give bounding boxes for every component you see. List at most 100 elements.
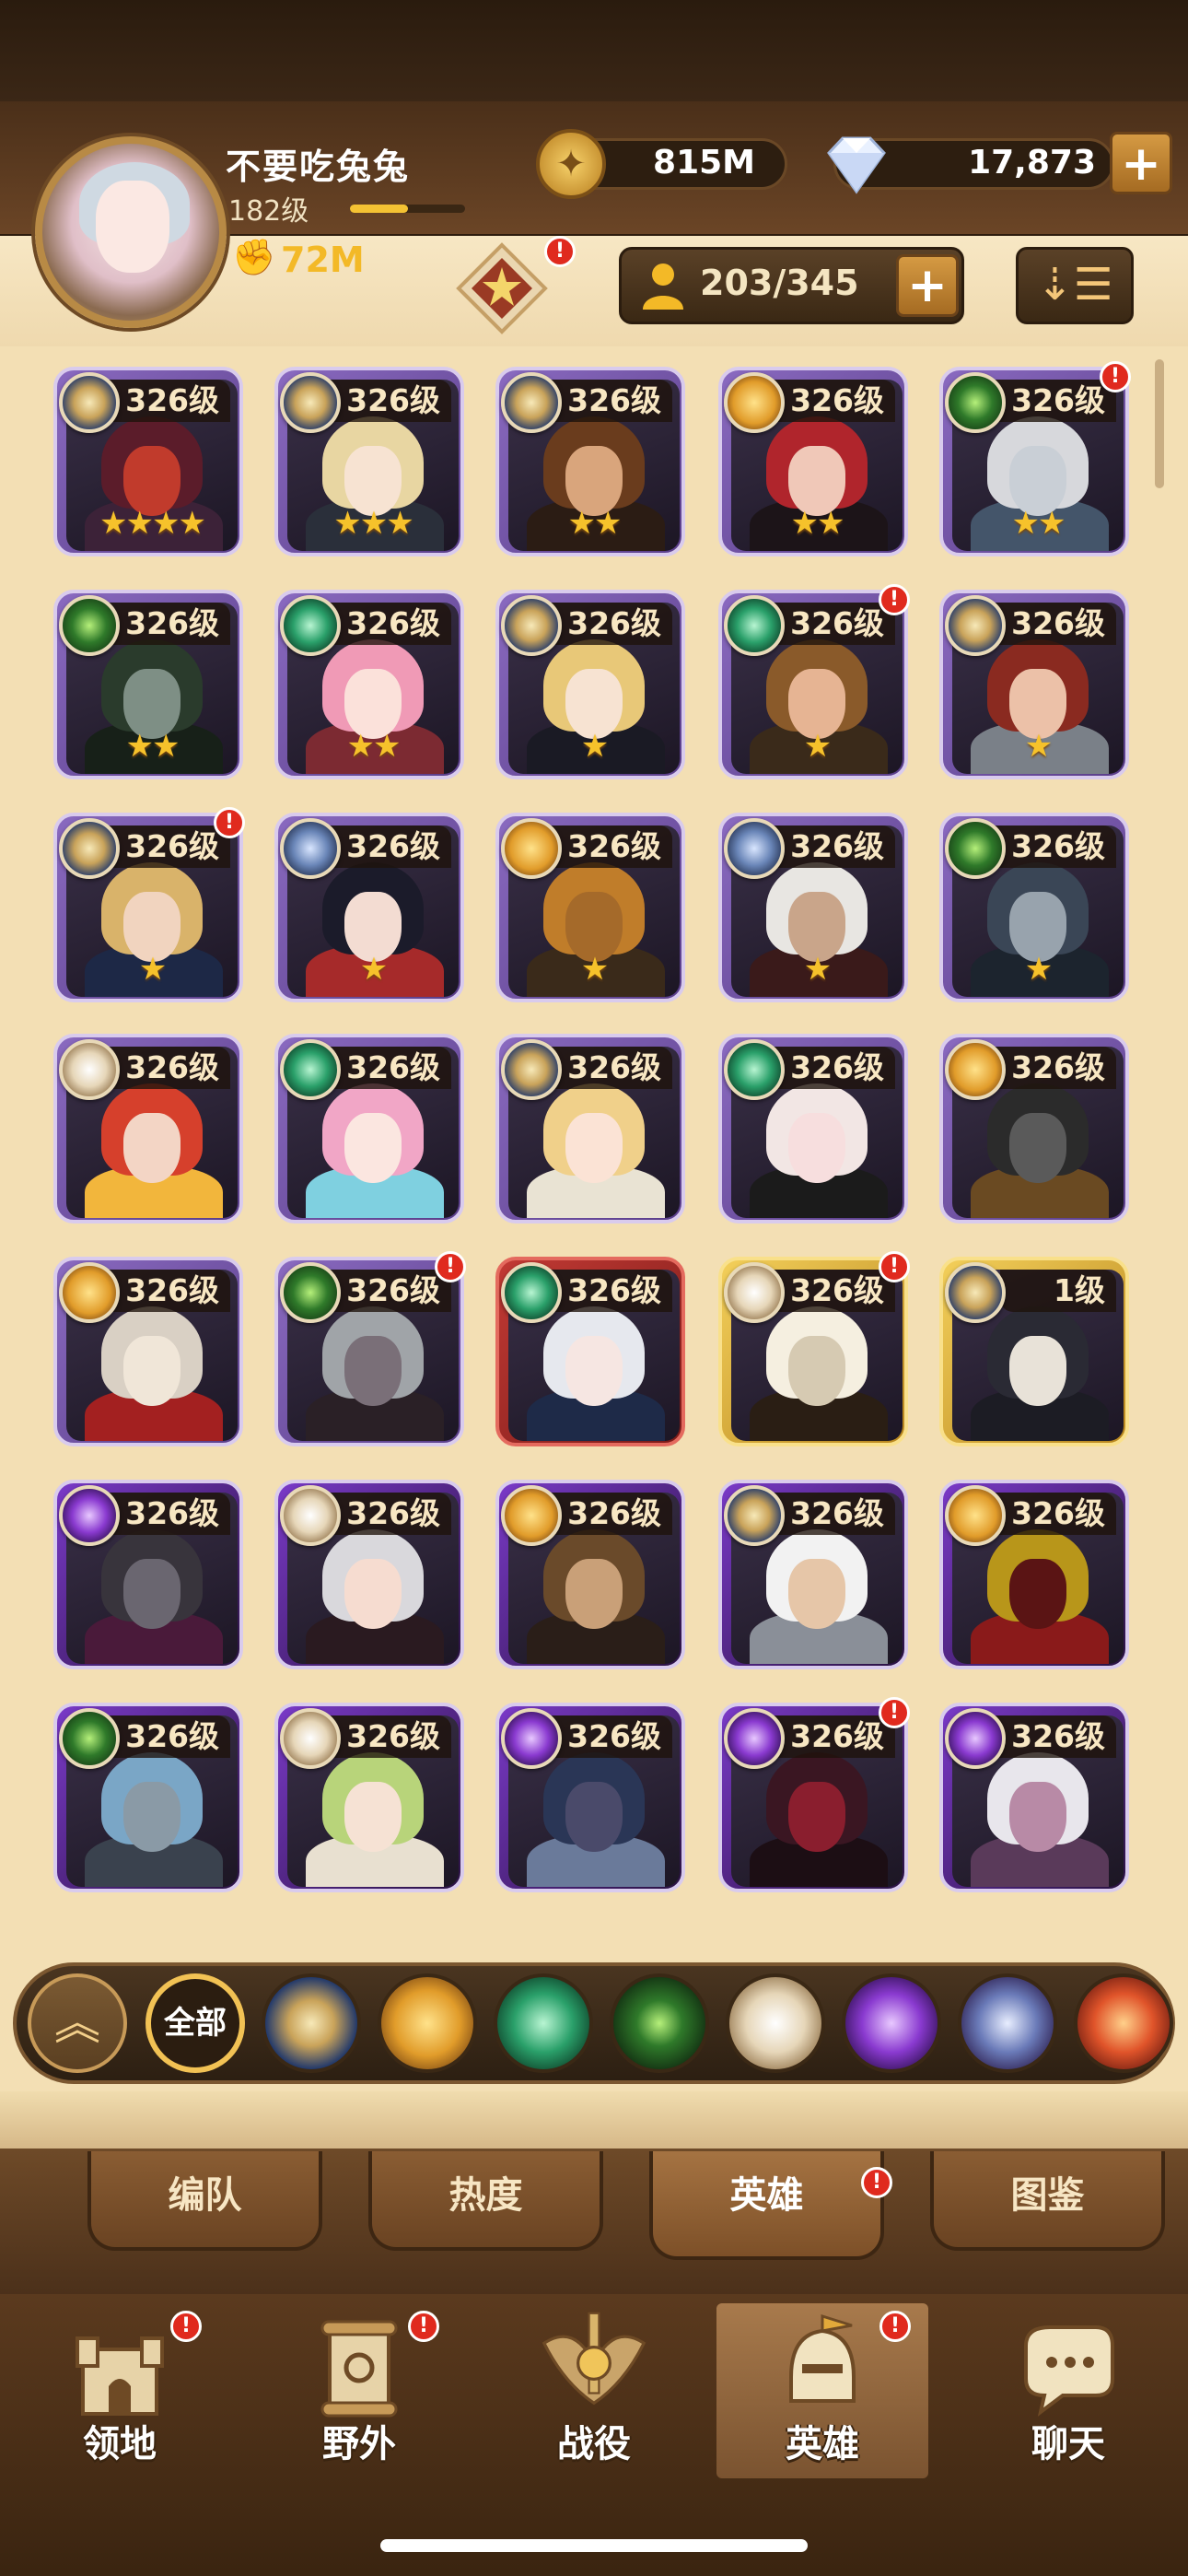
hero-card[interactable]: 326级 (495, 1703, 685, 1892)
hero-card[interactable]: 326级 ★★ (718, 367, 908, 556)
hero-alert-badge: ! (879, 584, 910, 615)
subtab-formation[interactable]: 编队 (87, 2151, 322, 2251)
subtab-popularity[interactable]: 热度 (368, 2151, 603, 2251)
filter-dragon-button[interactable] (1074, 1973, 1173, 2073)
hero-card[interactable]: 326级 (53, 1703, 243, 1892)
hero-stars: ★ (1024, 951, 1053, 988)
faction-mauler-icon (724, 595, 785, 656)
subtab-heroes[interactable]: 英雄 (649, 2151, 884, 2260)
filter-all-button[interactable]: 全部 (146, 1973, 245, 2073)
hero-card[interactable]: 326级 (718, 1034, 908, 1224)
hero-card[interactable]: 326级 (53, 1480, 243, 1669)
faction-celestial-icon (945, 595, 1006, 656)
scrollbar[interactable] (1155, 359, 1164, 488)
hero-card[interactable]: 326级 (718, 1480, 908, 1669)
hero-face (788, 1113, 845, 1183)
hero-stars: ★★ (567, 505, 623, 542)
hero-card[interactable]: 326级 ★! (718, 584, 910, 779)
hero-card[interactable]: 326级! (718, 1251, 910, 1446)
faction-hypogean-icon (280, 1485, 341, 1546)
hero-card[interactable]: 326级 (274, 1480, 464, 1669)
filter-graveborn-button[interactable] (610, 1973, 709, 2073)
add-gems-button[interactable]: + (1110, 132, 1172, 194)
hero-card[interactable]: 326级 ★★★ (274, 367, 464, 556)
hero-card[interactable]: 326级 (53, 1034, 243, 1224)
faction-emblem-icon[interactable] (451, 238, 553, 339)
hero-card[interactable]: 1级 (939, 1257, 1129, 1446)
xp-bar (350, 205, 465, 213)
filter-hypogean-button[interactable] (726, 1973, 825, 2073)
faction-celestial-icon (59, 818, 120, 879)
faction-hypogean-icon (724, 1262, 785, 1323)
collapse-filters-button[interactable]: ︽ (28, 1973, 127, 2073)
hero-card[interactable]: 326级 ★★★★ (53, 367, 243, 556)
hero-stars: ★★ (790, 505, 845, 542)
nav-chat[interactable]: 聊天 (962, 2303, 1174, 2478)
hero-card[interactable]: 326级 (939, 1480, 1129, 1669)
nav-campaign-label: 战役 (557, 2423, 631, 2465)
faction-dimensional-icon (59, 1485, 120, 1546)
hero-card[interactable]: 326级 (53, 1257, 243, 1446)
hero-card[interactable]: 326级 ★ (939, 813, 1129, 1002)
faction-dimensional-icon (724, 1708, 785, 1769)
hero-face (344, 1113, 402, 1183)
hero-card[interactable]: 326级 ★★ (495, 367, 685, 556)
gold-value: 815M (653, 144, 755, 181)
hero-card[interactable]: 326级 (495, 1480, 685, 1669)
hero-face (123, 1113, 181, 1183)
fist-icon: ✊ (232, 237, 276, 277)
hero-face (344, 1782, 402, 1852)
hero-card[interactable]: 326级 (939, 1703, 1129, 1892)
sort-button[interactable]: ⇣☰ (1016, 247, 1134, 324)
hero-face (565, 1782, 623, 1852)
hero-card[interactable]: 326级 ★ (495, 590, 685, 779)
subtab-codex[interactable]: 图鉴 (930, 2151, 1165, 2251)
hero-card[interactable]: 326级 (274, 1034, 464, 1224)
player-name: 不要吃兔兔 (226, 146, 411, 187)
faction-dimensional-icon (945, 1708, 1006, 1769)
hero-card[interactable]: 326级 (495, 1034, 685, 1224)
hero-card[interactable]: 326级 (495, 1257, 685, 1446)
faction-celestial-icon (945, 1262, 1006, 1323)
nav-campaign[interactable]: 战役 (488, 2303, 700, 2478)
hero-card[interactable]: 326级! (274, 1251, 466, 1446)
faction-graveborn-icon (280, 818, 341, 879)
hero-alert-badge: ! (879, 1697, 910, 1728)
hero-card[interactable]: 326级! (718, 1697, 910, 1892)
hero-card[interactable]: 326级 ★ (939, 590, 1129, 779)
hero-card[interactable]: 326级 ★ (274, 813, 464, 1002)
hero-card[interactable]: 326级 ★★! (939, 361, 1131, 556)
sword-wings-icon (542, 2312, 646, 2406)
nav-wilderness-label: 野外 (322, 2423, 396, 2465)
expand-slots-button[interactable]: + (896, 254, 959, 317)
filter-dimensional-button[interactable] (842, 1973, 941, 2073)
hero-level: 1级 (1000, 1270, 1116, 1312)
hero-card[interactable]: 326级 ★★ (53, 590, 243, 779)
hero-face (788, 1559, 845, 1629)
faction-hypogean-icon (59, 1039, 120, 1100)
hero-stars: ★ (359, 951, 388, 988)
nav-chat-label: 聊天 (1031, 2423, 1105, 2465)
faction-celestial-icon (280, 372, 341, 433)
hero-card[interactable]: 326级 ★ (718, 813, 908, 1002)
hero-stars: ★ (803, 728, 832, 765)
hero-card[interactable]: 326级 ★ (495, 813, 685, 1002)
hero-stars: ★★ (125, 728, 181, 765)
hero-card[interactable]: 326级 (274, 1703, 464, 1892)
castle-icon (76, 2336, 164, 2416)
filter-celestial-button[interactable] (262, 1973, 361, 2073)
filter-wilder-button[interactable] (494, 1973, 593, 2073)
player-avatar[interactable] (35, 136, 227, 328)
nav-heroes-alert-badge: ! (879, 2311, 911, 2342)
hero-face (565, 1336, 623, 1406)
filter-lightbearer-button[interactable] (378, 1973, 477, 2073)
hero-stars: ★★ (1011, 505, 1066, 542)
hero-face (788, 1782, 845, 1852)
filter-mauler-ring-button[interactable] (958, 1973, 1057, 2073)
hero-card[interactable]: 326级 (939, 1034, 1129, 1224)
home-indicator (380, 2539, 808, 2552)
hero-card[interactable]: 326级 ★! (53, 807, 245, 1002)
hero-stars: ★ (1024, 728, 1053, 765)
faction-mauler-icon (280, 1039, 341, 1100)
hero-card[interactable]: 326级 ★★ (274, 590, 464, 779)
